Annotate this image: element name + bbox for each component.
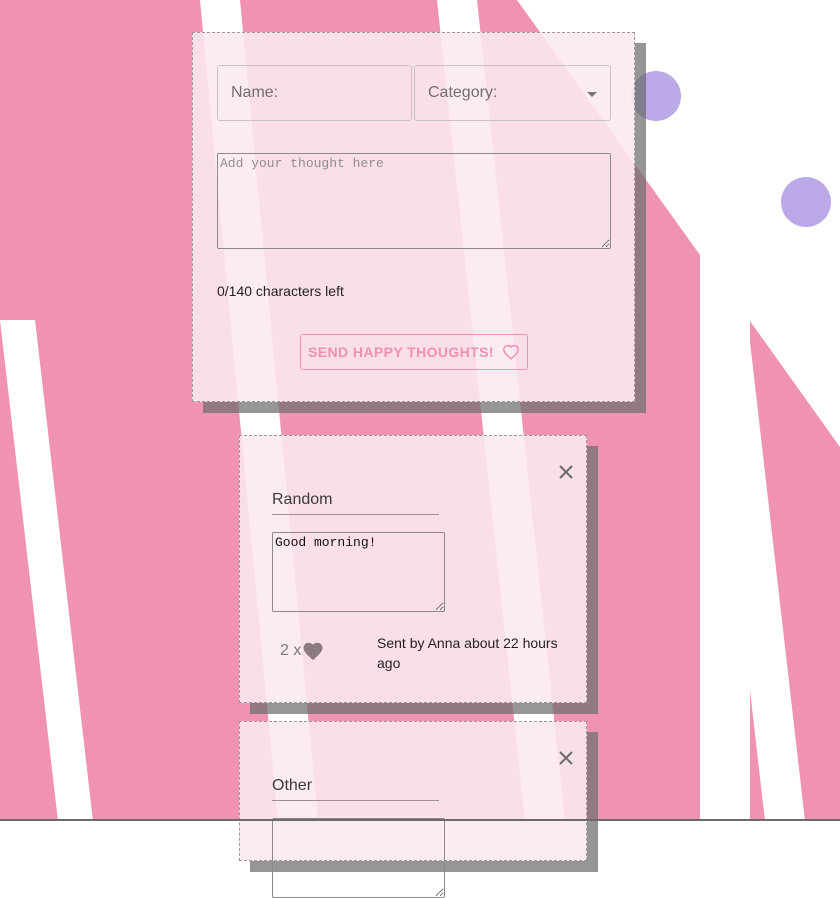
category-select[interactable]: Category: [414, 65, 611, 121]
close-icon[interactable] [558, 464, 574, 480]
close-icon[interactable] [558, 750, 574, 766]
thought-meta: Sent by Anna about 22 hours ago [377, 635, 558, 671]
thought-category: Other [272, 777, 439, 801]
name-field[interactable]: Name: [217, 65, 412, 121]
thought-message[interactable]: Good morning! [272, 532, 445, 612]
thought-category: Random [272, 491, 439, 515]
send-happy-thoughts-button[interactable]: SEND HAPPY THOUGHTS! [300, 334, 528, 370]
triangle-down-icon [587, 92, 597, 97]
bg-bubble-1 [631, 71, 681, 121]
heart-filled-icon[interactable] [302, 641, 324, 661]
send-button-label: SEND HAPPY THOUGHTS! [308, 344, 494, 360]
bg-bubble-2 [781, 177, 831, 227]
category-select-label: Category: [428, 84, 498, 101]
thought-card: Other [239, 721, 587, 898]
thought-card: Random Good morning! 2 x Sent by Anna ab… [239, 435, 587, 703]
heart-outline-icon [502, 344, 519, 360]
new-thought-form: Name: Category: 0/140 characters left SE… [192, 32, 635, 402]
like-row: 2 x [280, 641, 324, 661]
name-field-label: Name: [231, 84, 279, 101]
thought-message[interactable] [272, 818, 445, 898]
thought-input[interactable] [217, 153, 611, 249]
character-counter: 0/140 characters left [217, 283, 344, 299]
like-count: 2 x [280, 642, 302, 659]
